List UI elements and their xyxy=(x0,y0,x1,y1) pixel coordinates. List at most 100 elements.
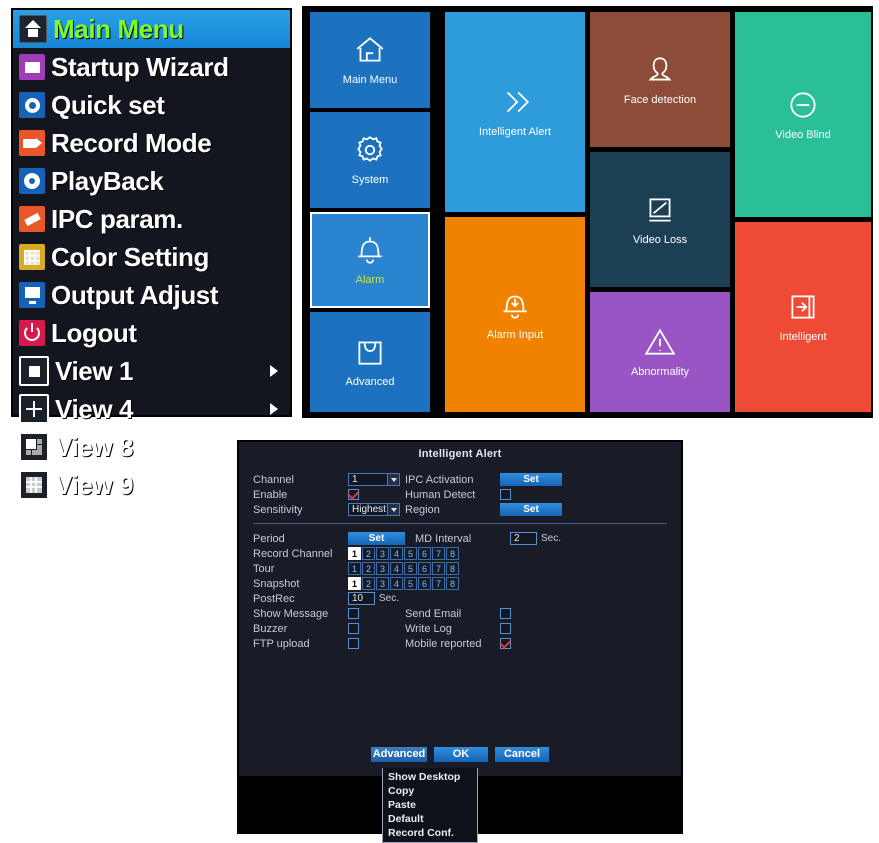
right-click-menu: Main Menu Startup Wizard Quick set Record M… xyxy=(11,8,292,500)
chevron-down-icon[interactable] xyxy=(387,504,399,515)
label-write-log: Write Log xyxy=(405,622,452,635)
tile-video-blind[interactable]: Video Blind xyxy=(735,12,871,217)
nav-tile-label: Main Menu xyxy=(342,74,398,87)
section-divider xyxy=(253,523,667,524)
channel-box[interactable]: 5 xyxy=(404,547,417,560)
menu-item-logout[interactable]: Logout xyxy=(13,314,290,352)
channel-box[interactable]: 1 xyxy=(348,577,361,590)
advanced-menu-item-copy[interactable]: Copy xyxy=(383,784,477,798)
view8-grid-icon xyxy=(19,432,49,462)
tile-label: Alarm Input xyxy=(486,328,544,341)
chevron-down-icon[interactable] xyxy=(387,474,399,485)
channel-box[interactable]: 4 xyxy=(390,547,403,560)
region-set-button[interactable]: Set xyxy=(500,503,562,516)
face-icon xyxy=(643,53,677,87)
advanced-button[interactable]: Advanced xyxy=(371,747,427,762)
label-mobile-reported: Mobile reported xyxy=(405,637,482,650)
menu-item-output-adjust[interactable]: Output Adjust xyxy=(13,276,290,314)
channel-box[interactable]: 2 xyxy=(362,547,375,560)
ipc-activation-set-button[interactable]: Set xyxy=(500,473,562,486)
channel-box[interactable]: 5 xyxy=(404,562,417,575)
sensitivity-select[interactable]: Highest xyxy=(348,503,400,516)
row-buzzer: Buzzer Write Log xyxy=(253,621,667,636)
tile-face-detection[interactable]: Face detection xyxy=(590,12,730,147)
cancel-button[interactable]: Cancel xyxy=(495,747,549,762)
send-email-checkbox[interactable] xyxy=(500,608,511,619)
menu-item-label: Quick set xyxy=(51,90,165,120)
bullet-camera-icon xyxy=(19,206,45,232)
channel-box[interactable]: 3 xyxy=(376,577,389,590)
tour-channel-group: 12345678 xyxy=(348,562,459,575)
label-period: Period xyxy=(253,532,285,545)
period-set-button[interactable]: Set xyxy=(348,532,405,545)
menu-item-main-menu[interactable]: Main Menu xyxy=(13,10,290,48)
menu-item-label: Record Mode xyxy=(51,128,212,158)
sensitivity-select-value: Highest xyxy=(352,503,386,515)
menu-item-color-setting[interactable]: Color Setting xyxy=(13,238,290,276)
ftp-upload-checkbox[interactable] xyxy=(348,638,359,649)
tile-video-loss[interactable]: Video Loss xyxy=(590,152,730,287)
double-chevron-right-icon xyxy=(498,85,532,119)
advanced-menu-item-record-conf[interactable]: Record Conf. xyxy=(383,826,477,840)
menu-item-record-mode[interactable]: Record Mode xyxy=(13,124,290,162)
tile-intelligent[interactable]: Intelligent xyxy=(735,222,871,412)
channel-box[interactable]: 1 xyxy=(348,547,361,560)
mobile-reported-checkbox[interactable] xyxy=(500,638,511,649)
channel-box[interactable]: 3 xyxy=(376,562,389,575)
tile-abnormality[interactable]: Abnormality xyxy=(590,292,730,412)
md-interval-input[interactable]: 2 xyxy=(510,532,537,545)
channel-box[interactable]: 7 xyxy=(432,562,445,575)
nav-tile-main-menu[interactable]: Main Menu xyxy=(310,12,430,108)
channel-box[interactable]: 2 xyxy=(362,577,375,590)
channel-box[interactable]: 4 xyxy=(390,562,403,575)
record-channel-group: 12345678 xyxy=(348,547,459,560)
channel-box[interactable]: 6 xyxy=(418,577,431,590)
show-message-checkbox[interactable] xyxy=(348,608,359,619)
menu-item-label: View 9 xyxy=(55,470,134,500)
tile-label: Video Blind xyxy=(775,128,831,141)
nav-tile-label: System xyxy=(351,174,389,187)
channel-box[interactable]: 7 xyxy=(432,547,445,560)
enable-checkbox[interactable] xyxy=(348,489,359,500)
nav-tile-alarm[interactable]: Alarm xyxy=(310,212,430,308)
md-interval-unit: Sec. xyxy=(541,533,562,544)
nav-tile-advanced[interactable]: Advanced xyxy=(310,312,430,412)
label-sensitivity: Sensitivity xyxy=(253,503,303,516)
tile-intelligent-alert[interactable]: Intelligent Alert xyxy=(445,12,585,212)
nav-tile-system[interactable]: System xyxy=(310,112,430,208)
channel-box[interactable]: 6 xyxy=(418,562,431,575)
menu-item-label: PlayBack xyxy=(51,166,164,196)
channel-box[interactable]: 8 xyxy=(446,547,459,560)
menu-item-playback[interactable]: PlayBack xyxy=(13,162,290,200)
channel-box[interactable]: 8 xyxy=(446,577,459,590)
menu-item-quick-set[interactable]: Quick set xyxy=(13,86,290,124)
buzzer-checkbox[interactable] xyxy=(348,623,359,634)
ok-button[interactable]: OK xyxy=(434,747,488,762)
human-detect-checkbox[interactable] xyxy=(500,489,511,500)
write-log-checkbox[interactable] xyxy=(500,623,511,634)
channel-box[interactable]: 3 xyxy=(376,547,389,560)
channel-box[interactable]: 2 xyxy=(362,562,375,575)
advanced-menu-item-show-desktop[interactable]: Show Desktop xyxy=(383,770,477,784)
label-show-message: Show Message xyxy=(253,607,329,620)
advanced-menu-item-paste[interactable]: Paste xyxy=(383,798,477,812)
channel-box[interactable]: 7 xyxy=(432,577,445,590)
channel-box[interactable]: 4 xyxy=(390,577,403,590)
channel-box[interactable]: 8 xyxy=(446,562,459,575)
row-show-message: Show Message Send Email xyxy=(253,606,667,621)
nav-tile-label: Alarm xyxy=(355,274,385,287)
dialog-button-row: Advanced OK Cancel xyxy=(239,747,681,762)
monitor-icon xyxy=(19,282,45,308)
menu-item-view-1[interactable]: View 1 xyxy=(13,352,290,390)
tile-alarm-input[interactable]: Alarm Input xyxy=(445,217,585,412)
postrec-input[interactable]: 10 xyxy=(348,592,375,605)
channel-box[interactable]: 5 xyxy=(404,577,417,590)
advanced-menu-item-default[interactable]: Default xyxy=(383,812,477,826)
channel-box[interactable]: 6 xyxy=(418,547,431,560)
menu-item-ipc-param[interactable]: IPC param. xyxy=(13,200,290,238)
menu-item-view-4[interactable]: View 4 xyxy=(13,390,290,428)
channel-select[interactable]: 1 xyxy=(348,473,400,486)
channel-box[interactable]: 1 xyxy=(348,562,361,575)
menu-item-startup-wizard[interactable]: Startup Wizard xyxy=(13,48,290,86)
tile-label: Intelligent xyxy=(779,331,827,344)
